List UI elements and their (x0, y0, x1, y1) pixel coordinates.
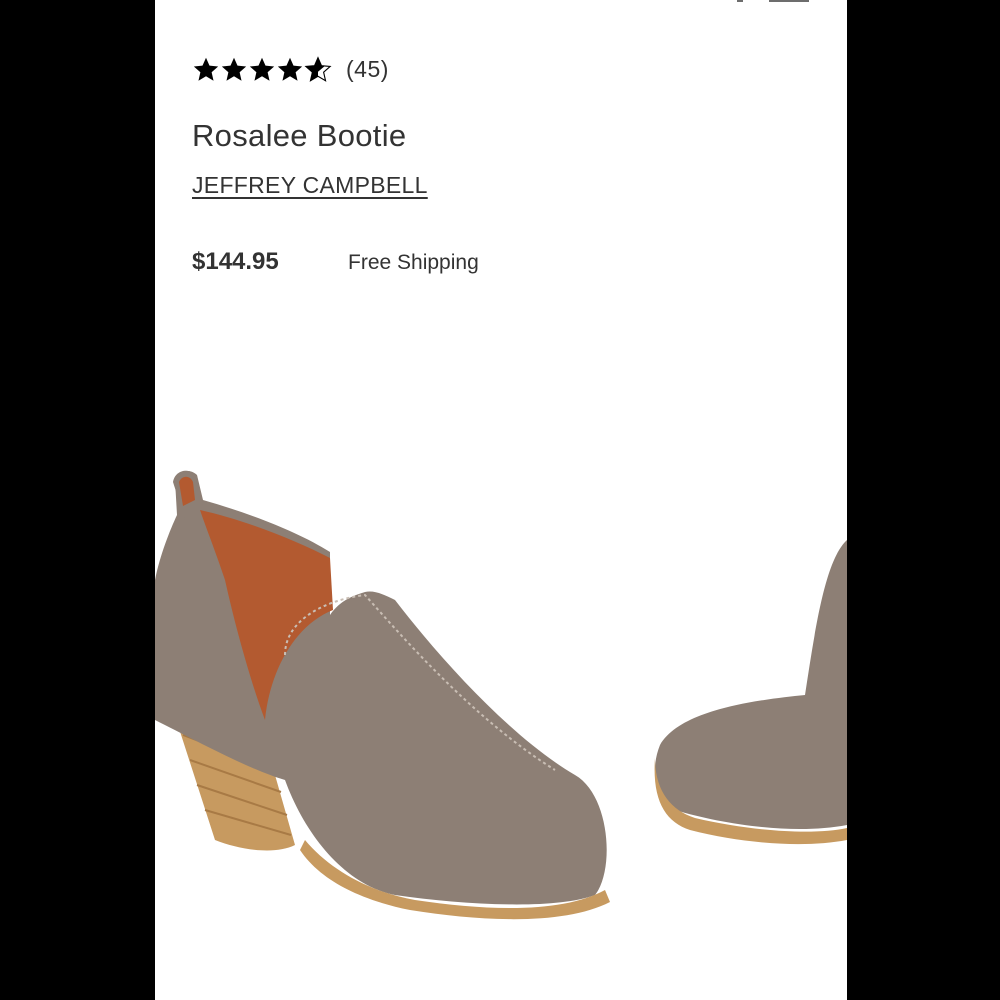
star-icon (249, 57, 275, 81)
half-star-icon (304, 56, 332, 82)
product-price: $144.95 (192, 248, 279, 275)
status-bar-fragment (737, 0, 743, 2)
review-count[interactable]: (45) (346, 56, 389, 83)
status-bar-fragment (769, 0, 809, 2)
main-boot-upper (155, 470, 610, 920)
second-boot-shape (654, 540, 847, 845)
star-icon (277, 57, 303, 81)
star-icon (221, 57, 247, 81)
product-photo[interactable] (155, 440, 847, 1000)
product-page: (45) Rosalee Bootie JEFFREY CAMPBELL $14… (155, 0, 847, 1000)
star-icon (193, 57, 219, 81)
brand-link[interactable]: JEFFREY CAMPBELL (192, 172, 428, 199)
rating-stars (192, 56, 332, 83)
shipping-info: Free Shipping (348, 251, 479, 274)
product-rating[interactable]: (45) (192, 56, 389, 83)
product-title: Rosalee Bootie (192, 118, 407, 153)
